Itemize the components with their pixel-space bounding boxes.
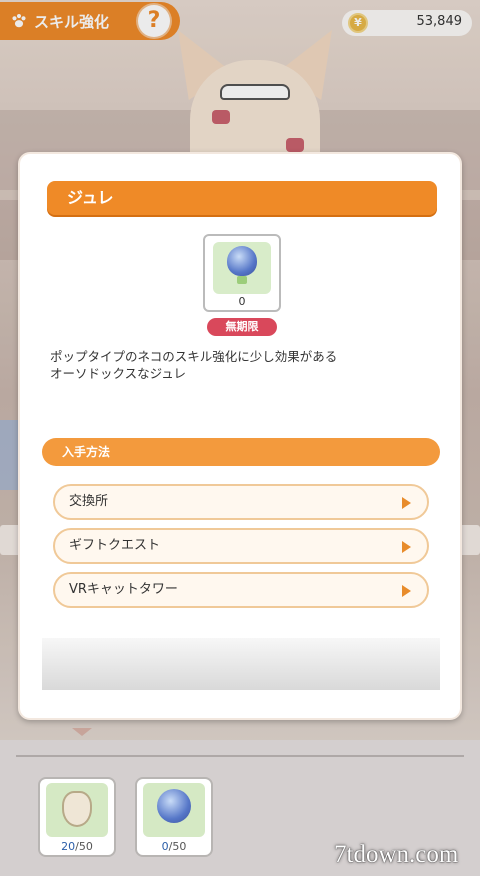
jelly-base-icon [237, 276, 247, 284]
inventory-count: 0/50 [161, 840, 187, 853]
list-fade-area [42, 638, 440, 690]
inventory-slot-pudding[interactable]: 20/50 [38, 777, 116, 857]
item-image [213, 242, 271, 294]
item-name-header: ジュレ [47, 181, 437, 215]
item-image [46, 783, 108, 837]
play-arrow-icon [402, 541, 411, 553]
pudding-icon [62, 791, 92, 827]
source-label: ギフトクエスト [69, 538, 161, 553]
item-detail-dialog: ジュレ 0 無期限 ポップタイプのネコのスキル強化に少し効果がある オーソドック… [18, 152, 462, 720]
inventory-slot-jelly[interactable]: 0/50 [135, 777, 213, 857]
jelly-icon [157, 789, 191, 823]
item-description: ポップタイプのネコのスキル強化に少し効果がある オーソドックスなジュレ [50, 348, 440, 382]
source-label: VRキャットタワー [69, 582, 178, 597]
item-image [143, 783, 205, 837]
inventory-count: 20/50 [61, 840, 93, 853]
description-line: オーソドックスなジュレ [50, 366, 187, 381]
source-button-gift-quest[interactable]: ギフトクエスト [53, 528, 429, 564]
jelly-icon [227, 246, 257, 276]
source-button-exchange[interactable]: 交換所 [53, 484, 429, 520]
acquire-method-header: 入手方法 [42, 438, 440, 466]
description-line: ポップタイプのネコのスキル強化に少し効果がある [50, 349, 338, 364]
play-arrow-icon [402, 585, 411, 597]
watermark: 7tdown.com [334, 841, 459, 868]
source-button-vr-cat-tower[interactable]: VRキャットタワー [53, 572, 429, 608]
item-owned-count: 0 [238, 295, 246, 308]
source-label: 交換所 [69, 494, 109, 509]
duration-badge: 無期限 [207, 318, 277, 336]
selection-pointer-icon [72, 728, 92, 736]
play-arrow-icon [402, 497, 411, 509]
item-card: 0 [203, 234, 281, 312]
